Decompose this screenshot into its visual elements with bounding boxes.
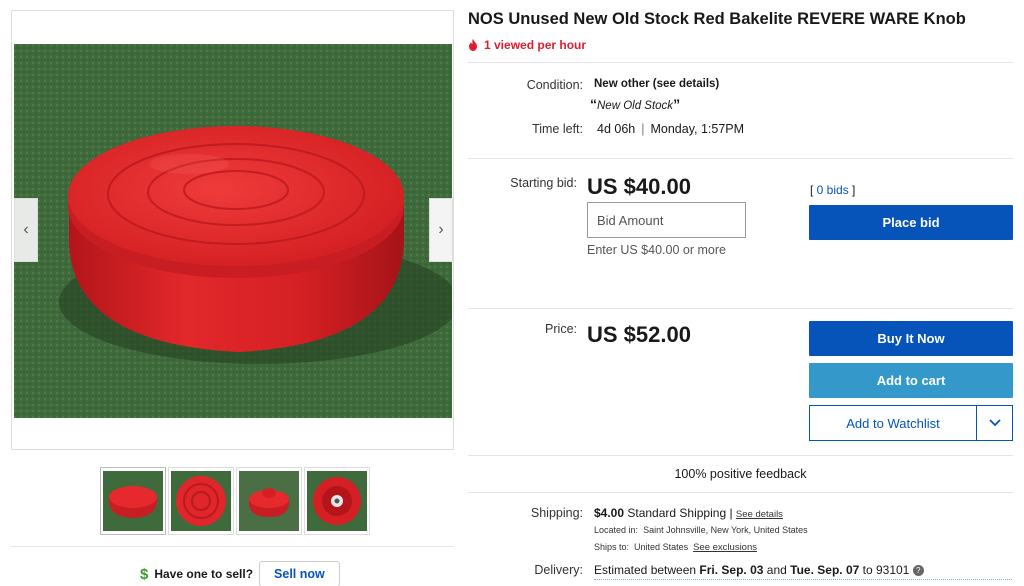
add-to-watchlist-control: Add to Watchlist	[809, 405, 1013, 441]
chevron-right-icon: ›	[438, 221, 444, 238]
chevron-left-icon: ‹	[23, 221, 29, 238]
question-icon[interactable]: ?	[912, 565, 924, 577]
see-details-link[interactable]: See details	[736, 509, 783, 520]
buy-it-now-button[interactable]: Buy It Now	[809, 321, 1013, 356]
buy-now-price: US $52.00	[587, 322, 691, 347]
delivery-label: Delivery:	[534, 563, 583, 577]
popularity-signal: 1 viewed per hour	[468, 38, 586, 52]
dollar-icon: $	[140, 565, 149, 583]
sell-now-button[interactable]: Sell now	[259, 561, 340, 586]
viewed-per-hour-text: 1 viewed per hour	[484, 38, 587, 52]
time-separator: |	[641, 122, 645, 136]
divider	[468, 455, 1013, 456]
item-location: Located in: Saint Johnsville, New York, …	[594, 525, 808, 535]
bids-bracket-close: ]	[848, 183, 856, 197]
chevron-down-icon	[988, 419, 1001, 427]
bid-amount-input[interactable]	[587, 202, 746, 238]
sell-promo: $ Have one to sell? Sell now	[140, 561, 340, 586]
time-left: 4d 06h | Monday, 1:57PM	[597, 122, 744, 136]
add-to-watchlist-button[interactable]: Add to Watchlist	[810, 406, 976, 440]
shipping-label: Shipping:	[530, 506, 583, 520]
ships-to-value: United States	[634, 542, 689, 552]
delivery-and: and	[766, 563, 787, 577]
condition-value: New other (see details)	[594, 78, 720, 90]
delivery-start: Fri. Sep. 03	[699, 563, 764, 577]
delivery-prefix: Estimated between	[594, 563, 697, 577]
see-exclusions-link[interactable]: See exclusions	[693, 542, 757, 553]
thumbnail-4-image	[307, 471, 367, 531]
watchlist-dropdown-button[interactable]	[976, 406, 1012, 440]
listing-title: NOS Unused New Old Stock Red Bakelite RE…	[468, 10, 966, 28]
flame-icon	[469, 39, 477, 51]
divider	[468, 308, 1013, 309]
thumbnail-3-image	[239, 471, 299, 531]
thumbnail-4[interactable]	[304, 467, 370, 535]
starting-bid-price: US $40.00	[587, 174, 691, 199]
bid-count: [ 0 bids ]	[810, 183, 855, 197]
bids-bracket-open: [	[810, 183, 817, 197]
product-photo	[14, 44, 452, 418]
shipping-service: Standard Shipping |	[627, 506, 733, 520]
shipping-cost: $4.00	[594, 506, 625, 520]
thumbnail-3[interactable]	[236, 467, 302, 535]
close-quote: ”	[673, 96, 681, 112]
image-gallery: ‹ ›	[11, 10, 454, 450]
time-left-label: Time left:	[532, 122, 583, 136]
sell-question: Have one to sell?	[154, 567, 254, 581]
divider	[468, 492, 1013, 493]
bids-link[interactable]: 0 bids	[817, 183, 849, 197]
delivery-estimate: Estimated between Fri. Sep. 03 and Tue. …	[594, 563, 1012, 580]
end-time: Monday, 1:57PM	[650, 122, 745, 136]
starting-bid-label: Starting bid:	[510, 176, 577, 190]
thumbnail-1-image	[103, 471, 163, 531]
bid-hint: Enter US $40.00 or more	[587, 243, 726, 257]
ships-to-label: Ships to:	[594, 542, 630, 552]
located-in-value: Saint Johnsville, New York, United State…	[643, 525, 808, 535]
located-in-label: Located in:	[594, 525, 639, 535]
divider	[468, 158, 1013, 159]
seller-feedback: 100% positive feedback	[674, 467, 807, 481]
delivery-zip: to 93101	[862, 563, 910, 577]
thumbnail-strip	[100, 467, 370, 535]
next-image-button[interactable]: ›	[429, 198, 453, 262]
divider	[468, 62, 1013, 63]
divider	[11, 546, 454, 547]
thumbnail-1[interactable]	[100, 467, 166, 535]
ships-to: Ships to: United States See exclusions	[594, 542, 757, 553]
shipping-value: $4.00 Standard Shipping | See details	[594, 506, 783, 520]
delivery-end: Tue. Sep. 07	[790, 563, 860, 577]
price-label: Price:	[545, 322, 577, 336]
condition-note: “New Old Stock”	[590, 96, 680, 112]
condition-label: Condition:	[526, 78, 583, 92]
main-product-image[interactable]	[14, 44, 452, 418]
condition-note-text: New Old Stock	[597, 100, 674, 112]
previous-image-button[interactable]: ‹	[14, 198, 38, 262]
open-quote: “	[590, 96, 597, 112]
place-bid-button[interactable]: Place bid	[809, 205, 1013, 240]
thumbnail-2[interactable]	[168, 467, 234, 535]
add-to-cart-button[interactable]: Add to cart	[809, 363, 1013, 398]
thumbnail-2-image	[171, 471, 231, 531]
time-left-value: 4d 06h	[597, 122, 636, 136]
